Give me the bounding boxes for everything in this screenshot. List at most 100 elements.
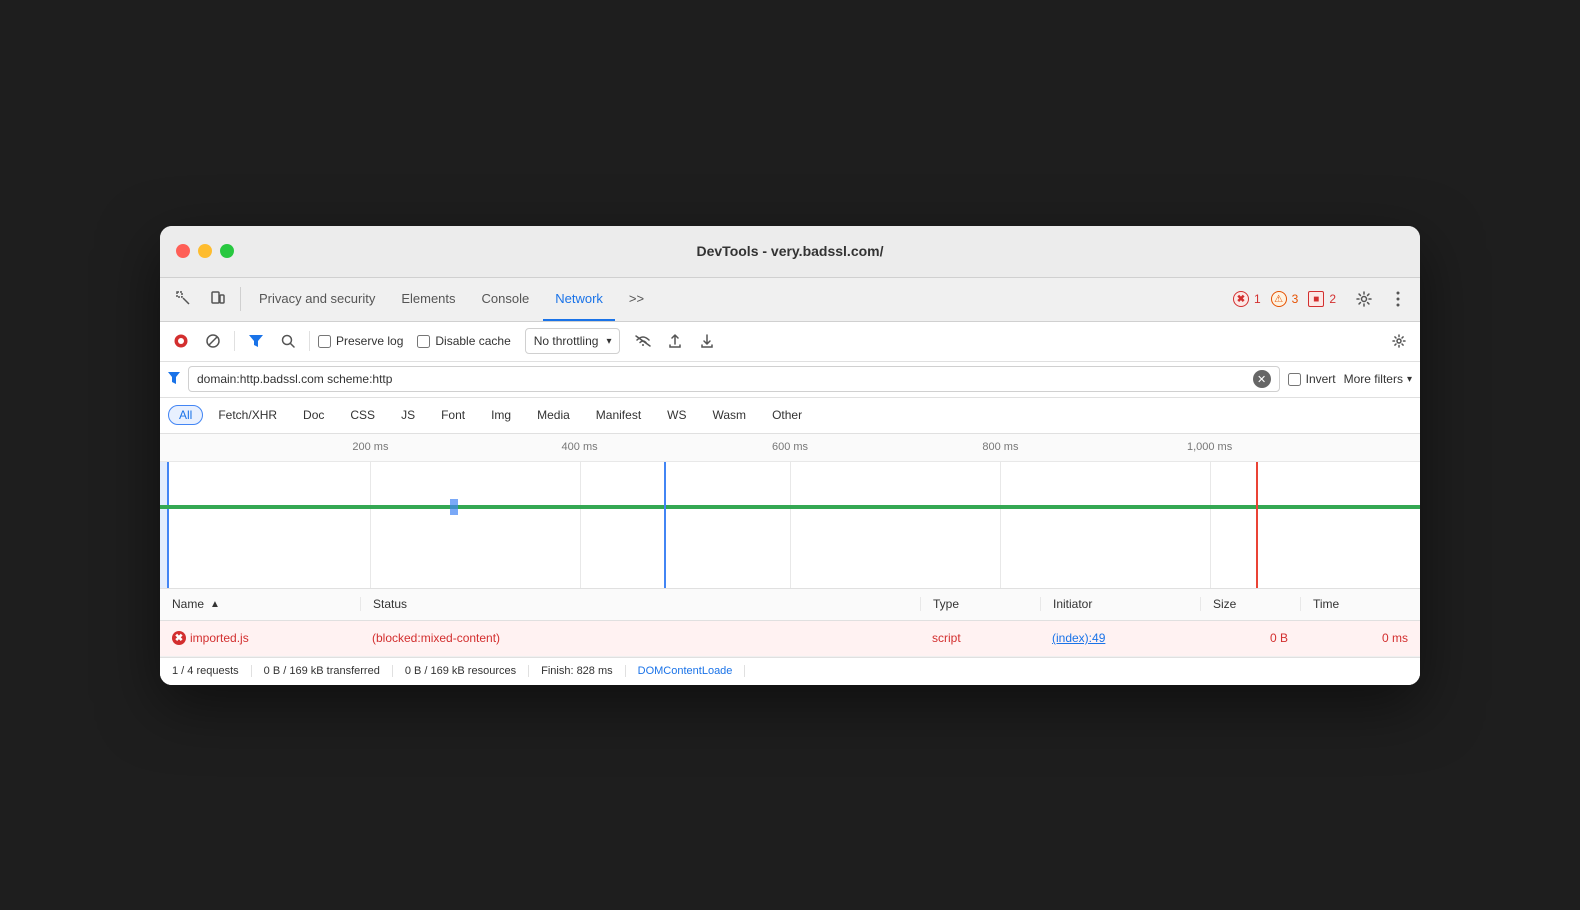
- ruler-mark-1000: 1,000 ms: [1187, 441, 1232, 453]
- status-resources: 0 B / 169 kB resources: [393, 665, 529, 677]
- warning-badge: ⚠ 3: [1271, 291, 1299, 307]
- waterfall-red-line: [1256, 462, 1258, 589]
- waterfall-blue-marker: [450, 499, 458, 515]
- network-settings-button[interactable]: [1386, 328, 1412, 354]
- toolbar-separator-2: [309, 331, 310, 351]
- type-filter-media[interactable]: Media: [526, 405, 581, 425]
- grid-line-2: [580, 462, 581, 589]
- throttle-select[interactable]: No throttling ▾: [525, 328, 621, 354]
- close-button[interactable]: [176, 244, 190, 258]
- ruler-mark-800: 800 ms: [982, 441, 1018, 453]
- tab-console[interactable]: Console: [470, 277, 542, 321]
- th-name[interactable]: Name ▲: [160, 597, 360, 611]
- clear-filter-button[interactable]: ✕: [1253, 370, 1271, 388]
- type-filter-other[interactable]: Other: [761, 405, 813, 425]
- tab-network[interactable]: Network: [543, 277, 615, 321]
- warning-icon: ⚠: [1271, 291, 1287, 307]
- devtools-body: Privacy and security Elements Console Ne…: [160, 278, 1420, 685]
- th-status[interactable]: Status: [360, 597, 920, 611]
- tab-bar: Privacy and security Elements Console Ne…: [160, 278, 1420, 322]
- error-icon: ✖: [1233, 291, 1249, 307]
- table-header: Name ▲ Status Type Initiator Size Time: [160, 589, 1420, 621]
- waterfall-blue-line: [664, 462, 666, 589]
- row-error-icon: ✖: [172, 631, 186, 645]
- type-filter-doc[interactable]: Doc: [292, 405, 335, 425]
- tab-elements[interactable]: Elements: [389, 277, 467, 321]
- grid-line-1: [370, 462, 371, 589]
- clear-button[interactable]: [200, 328, 226, 354]
- toolbar-separator-1: [234, 331, 235, 351]
- td-status: (blocked:mixed-content): [360, 631, 920, 645]
- type-filter-font[interactable]: Font: [430, 405, 476, 425]
- status-finish: Finish: 828 ms: [529, 665, 626, 677]
- filter-input[interactable]: [197, 372, 1247, 386]
- grid-line-4: [1000, 462, 1001, 589]
- disable-cache-label[interactable]: Disable cache: [417, 334, 510, 348]
- filter-funnel-icon: [168, 372, 180, 387]
- maximize-button[interactable]: [220, 244, 234, 258]
- timeline-content: [160, 462, 1420, 589]
- disable-cache-checkbox[interactable]: [417, 335, 430, 348]
- td-size: 0 B: [1200, 631, 1300, 645]
- info-icon: ■: [1308, 291, 1324, 307]
- window-controls: [176, 244, 234, 258]
- tab-separator: [240, 287, 241, 311]
- inspect-icon[interactable]: [168, 283, 200, 315]
- ruler-mark-400: 400 ms: [562, 441, 598, 453]
- preserve-log-label[interactable]: Preserve log: [318, 334, 403, 348]
- type-filter-all[interactable]: All: [168, 405, 203, 425]
- waterfall-green-bar: [160, 505, 1420, 509]
- type-filter-bar: All Fetch/XHR Doc CSS JS Font Img Media …: [160, 398, 1420, 434]
- filter-input-wrap: ✕: [188, 366, 1280, 392]
- sort-arrow-icon: ▲: [210, 599, 220, 610]
- th-type[interactable]: Type: [920, 597, 1040, 611]
- td-time: 0 ms: [1300, 631, 1420, 645]
- type-filter-wasm[interactable]: Wasm: [702, 405, 758, 425]
- timeline-ruler: 200 ms 400 ms 600 ms 800 ms 1,000 ms: [160, 434, 1420, 462]
- invert-checkbox[interactable]: [1288, 373, 1301, 386]
- status-dom-content[interactable]: DOMContentLoade: [626, 665, 746, 677]
- wifi-icon[interactable]: [630, 328, 656, 354]
- settings-button[interactable]: [1350, 285, 1378, 313]
- td-type: script: [920, 631, 1040, 645]
- type-filter-manifest[interactable]: Manifest: [585, 405, 652, 425]
- network-toolbar: Preserve log Disable cache No throttling…: [160, 322, 1420, 362]
- upload-icon[interactable]: [662, 328, 688, 354]
- tab-more[interactable]: >>: [617, 277, 656, 321]
- table-row[interactable]: ✖ imported.js (blocked:mixed-content) sc…: [160, 621, 1420, 657]
- td-initiator[interactable]: (index):49: [1040, 631, 1200, 645]
- grid-line-3: [790, 462, 791, 589]
- tab-bar-right: ✖ 1 ⚠ 3 ■ 2: [1233, 285, 1412, 313]
- type-filter-js[interactable]: JS: [390, 405, 426, 425]
- search-button[interactable]: [275, 328, 301, 354]
- more-filters-button[interactable]: More filters ▾: [1344, 372, 1412, 386]
- device-icon[interactable]: [202, 283, 234, 315]
- more-filters-chevron-icon: ▾: [1407, 374, 1412, 385]
- filter-button[interactable]: [243, 328, 269, 354]
- devtools-window: DevTools - very.badssl.com/ Privacy and …: [160, 226, 1420, 685]
- th-initiator[interactable]: Initiator: [1040, 597, 1200, 611]
- record-button[interactable]: [168, 328, 194, 354]
- info-badge: ■ 2: [1308, 291, 1336, 307]
- error-badge: ✖ 1: [1233, 291, 1261, 307]
- more-options-button[interactable]: [1384, 285, 1412, 313]
- th-time[interactable]: Time: [1300, 597, 1420, 611]
- download-icon[interactable]: [694, 328, 720, 354]
- th-size[interactable]: Size: [1200, 597, 1300, 611]
- status-bar: 1 / 4 requests 0 B / 169 kB transferred …: [160, 657, 1420, 685]
- titlebar: DevTools - very.badssl.com/: [160, 226, 1420, 278]
- throttle-chevron-icon: ▾: [606, 336, 611, 347]
- type-filter-img[interactable]: Img: [480, 405, 522, 425]
- ruler-mark-600: 600 ms: [772, 441, 808, 453]
- timeline-left-handle[interactable]: [160, 462, 169, 589]
- timeline-waterfall-row: [160, 497, 1420, 517]
- type-filter-ws[interactable]: WS: [656, 405, 697, 425]
- grid-line-5: [1210, 462, 1211, 589]
- network-table: ✖ imported.js (blocked:mixed-content) sc…: [160, 621, 1420, 657]
- tab-privacy[interactable]: Privacy and security: [247, 277, 387, 321]
- type-filter-fetch[interactable]: Fetch/XHR: [207, 405, 288, 425]
- preserve-log-checkbox[interactable]: [318, 335, 331, 348]
- type-filter-css[interactable]: CSS: [339, 405, 386, 425]
- invert-label[interactable]: Invert: [1288, 372, 1336, 386]
- minimize-button[interactable]: [198, 244, 212, 258]
